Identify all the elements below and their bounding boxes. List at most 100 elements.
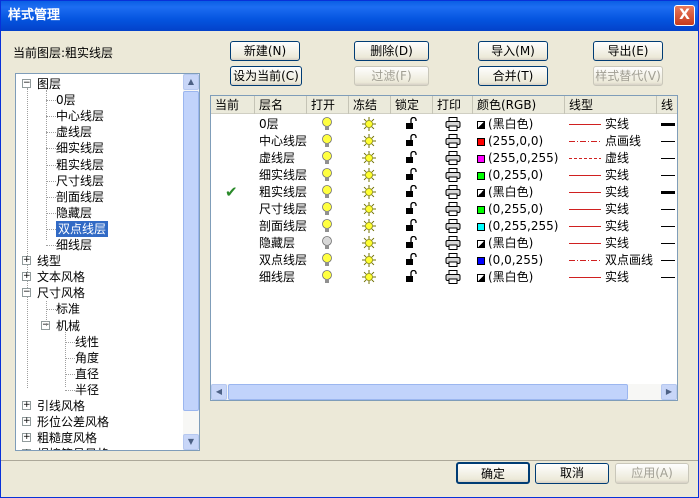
lineweight-cell[interactable] bbox=[657, 184, 677, 201]
sun-icon[interactable] bbox=[361, 116, 377, 132]
open-cell[interactable] bbox=[307, 167, 349, 184]
unlock-icon[interactable] bbox=[405, 253, 417, 267]
linetype-cell[interactable]: 实线 bbox=[565, 269, 657, 286]
table-row[interactable]: 剖面线层 (0,255,255) 实线 bbox=[211, 218, 677, 235]
lightbulb-on-icon[interactable] bbox=[321, 270, 333, 285]
unlock-icon[interactable] bbox=[405, 185, 417, 199]
scroll-right-icon[interactable]: ▶ bbox=[661, 384, 677, 400]
set-current-button[interactable]: 设为当前(C) bbox=[230, 66, 302, 86]
printer-icon[interactable] bbox=[445, 168, 461, 182]
sun-icon[interactable] bbox=[361, 235, 377, 251]
tree-item-layer[interactable]: 细实线层 bbox=[56, 140, 104, 156]
lock-cell[interactable] bbox=[391, 116, 433, 133]
ok-button[interactable]: 确定 bbox=[456, 462, 530, 484]
tree-item-layers[interactable]: 图层 bbox=[37, 76, 61, 92]
tree-item-leader-style[interactable]: 引线风格 bbox=[37, 398, 85, 414]
new-button[interactable]: 新建(N) bbox=[230, 41, 300, 61]
printer-icon[interactable] bbox=[445, 185, 461, 199]
open-cell[interactable] bbox=[307, 269, 349, 286]
expand-icon[interactable]: + bbox=[22, 449, 31, 450]
linetype-cell[interactable]: 实线 bbox=[565, 235, 657, 252]
open-cell[interactable] bbox=[307, 184, 349, 201]
sun-icon[interactable] bbox=[361, 269, 377, 285]
tree-item-dim-sub[interactable]: 角度 bbox=[75, 350, 99, 366]
print-cell[interactable] bbox=[433, 133, 473, 150]
tree-item-dim-sub[interactable]: 直径 bbox=[75, 366, 99, 382]
unlock-icon[interactable] bbox=[405, 168, 417, 182]
open-cell[interactable] bbox=[307, 218, 349, 235]
lightbulb-off-icon[interactable] bbox=[321, 236, 333, 251]
column-header[interactable]: 冻结 bbox=[349, 96, 391, 114]
lineweight-cell[interactable] bbox=[657, 133, 677, 150]
column-header[interactable]: 线 bbox=[657, 96, 677, 114]
style-replace-button[interactable]: 样式替代(V) bbox=[593, 66, 663, 86]
lineweight-cell[interactable] bbox=[657, 167, 677, 184]
expand-icon[interactable]: + bbox=[22, 272, 31, 282]
filter-button[interactable]: 过滤(F) bbox=[354, 66, 429, 86]
printer-icon[interactable] bbox=[445, 134, 461, 148]
table-row[interactable]: 尺寸线层 (0,255,0) 实线 bbox=[211, 201, 677, 218]
current-cell[interactable] bbox=[211, 218, 255, 235]
table-row[interactable]: 虚线层 (255,0,255) 虚线 bbox=[211, 150, 677, 167]
column-header[interactable]: 锁定 bbox=[391, 96, 433, 114]
column-header[interactable]: 层名 bbox=[255, 96, 307, 114]
table-row[interactable]: 0层 (黑白色) 实线 bbox=[211, 116, 677, 133]
unlock-icon[interactable] bbox=[405, 219, 417, 233]
lightbulb-on-icon[interactable] bbox=[321, 219, 333, 234]
expand-icon[interactable]: + bbox=[22, 401, 31, 410]
printer-icon[interactable] bbox=[445, 151, 461, 165]
lineweight-cell[interactable] bbox=[657, 116, 677, 133]
table-row[interactable]: 双点线层 (0,0,255) 双点画线 bbox=[211, 252, 677, 269]
print-cell[interactable] bbox=[433, 150, 473, 167]
linetype-cell[interactable]: 点画线 bbox=[565, 133, 657, 150]
current-cell[interactable] bbox=[211, 116, 255, 133]
sun-icon[interactable] bbox=[361, 201, 377, 217]
tree-item-linetype[interactable]: 线型 bbox=[37, 253, 61, 269]
current-cell[interactable] bbox=[211, 150, 255, 167]
tree-item-tolerance-style[interactable]: 形位公差风格 bbox=[37, 414, 109, 430]
sun-icon[interactable] bbox=[361, 184, 377, 200]
cancel-button[interactable]: 取消 bbox=[535, 463, 609, 484]
open-cell[interactable] bbox=[307, 235, 349, 252]
linetype-cell[interactable]: 虚线 bbox=[565, 150, 657, 167]
column-header[interactable]: 线型 bbox=[565, 96, 657, 114]
tree-item-dim-sub[interactable]: 线性 bbox=[75, 334, 99, 350]
sun-icon[interactable] bbox=[361, 252, 377, 268]
column-header[interactable]: 颜色(RGB) bbox=[473, 96, 565, 114]
color-cell[interactable]: (0,255,0) bbox=[473, 201, 565, 218]
table-row[interactable]: 中心线层 (255,0,0) 点画线 bbox=[211, 133, 677, 150]
freeze-cell[interactable] bbox=[349, 201, 391, 218]
freeze-cell[interactable] bbox=[349, 116, 391, 133]
column-header[interactable]: 当前 bbox=[211, 96, 255, 114]
tree-item-layer[interactable]: 粗实线层 bbox=[56, 157, 104, 173]
style-tree[interactable]: ▲ ▼ − 图层 0层 中心线层 虚线层 细实线层 粗实线层 尺寸线层 剖面线层 隐藏层 双点线层细… bbox=[15, 73, 200, 451]
open-cell[interactable] bbox=[307, 201, 349, 218]
tree-item-layer[interactable]: 中心线层 bbox=[56, 108, 104, 124]
lock-cell[interactable] bbox=[391, 150, 433, 167]
printer-icon[interactable] bbox=[445, 202, 461, 216]
scroll-down-icon[interactable]: ▼ bbox=[183, 434, 199, 450]
color-cell[interactable]: (黑白色) bbox=[473, 269, 565, 286]
table-row[interactable]: 细线层 (黑白色) 实线 bbox=[211, 269, 677, 286]
open-cell[interactable] bbox=[307, 116, 349, 133]
lock-cell[interactable] bbox=[391, 218, 433, 235]
linetype-cell[interactable]: 实线 bbox=[565, 218, 657, 235]
scroll-up-icon[interactable]: ▲ bbox=[183, 74, 199, 90]
delete-button[interactable]: 删除(D) bbox=[354, 41, 429, 61]
freeze-cell[interactable] bbox=[349, 133, 391, 150]
current-cell[interactable]: ✔ bbox=[211, 184, 255, 201]
print-cell[interactable] bbox=[433, 218, 473, 235]
printer-icon[interactable] bbox=[445, 253, 461, 267]
sun-icon[interactable] bbox=[361, 218, 377, 234]
lightbulb-on-icon[interactable] bbox=[321, 253, 333, 268]
printer-icon[interactable] bbox=[445, 236, 461, 250]
scroll-thumb[interactable] bbox=[183, 91, 199, 411]
column-header[interactable]: 打印 bbox=[433, 96, 473, 114]
printer-icon[interactable] bbox=[445, 117, 461, 131]
lightbulb-on-icon[interactable] bbox=[321, 168, 333, 183]
lightbulb-on-icon[interactable] bbox=[321, 151, 333, 166]
lightbulb-on-icon[interactable] bbox=[321, 202, 333, 217]
tree-item-layer[interactable]: 虚线层 bbox=[56, 124, 92, 140]
print-cell[interactable] bbox=[433, 269, 473, 286]
linetype-cell[interactable]: 双点画线 bbox=[565, 252, 657, 269]
